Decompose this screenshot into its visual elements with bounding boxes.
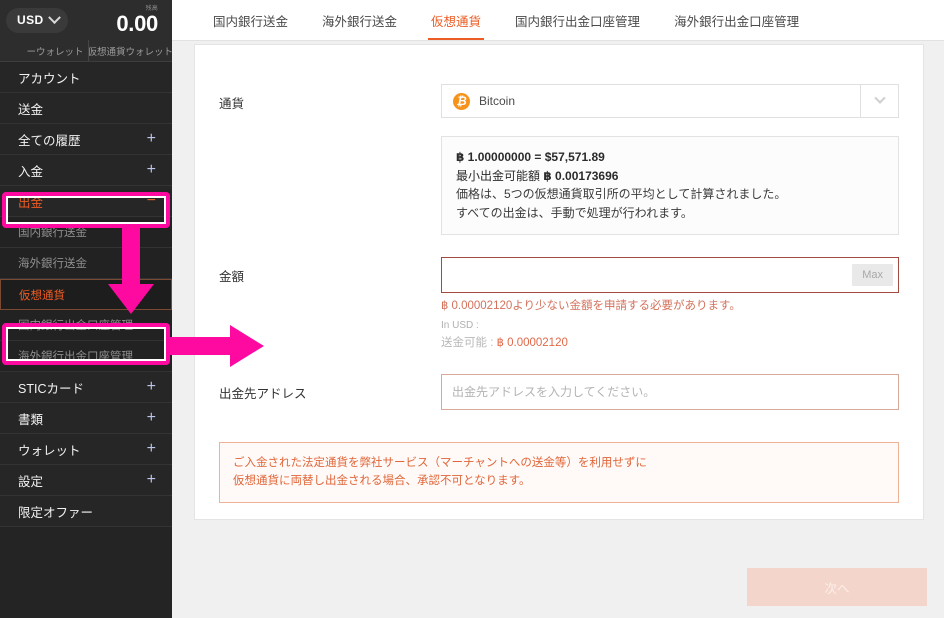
sidebar-item-account[interactable]: アカウント [0, 62, 172, 93]
wallet-tab-crypto[interactable]: 仮想通貨ウォレット [87, 40, 172, 61]
sidebar-item-settings[interactable]: 設定 + [0, 465, 172, 496]
tab-overseas-account-mgmt[interactable]: 海外銀行出金口座管理 [657, 0, 816, 40]
next-button[interactable]: 次へ [747, 568, 927, 606]
sidebar-item-wallet[interactable]: ウォレット + [0, 434, 172, 465]
amount-available-row: 送金可能 : ฿ 0.00002120 [441, 334, 899, 350]
address-label: 出金先アドレス [219, 386, 307, 401]
withdraw-form-card: 通貨 ₿ Bitcoin ฿ 1.00000000 = $57,571.89 最… [194, 44, 924, 520]
sidebar-item-documents[interactable]: 書類 + [0, 403, 172, 434]
currency-row: 通貨 ₿ Bitcoin [195, 84, 923, 118]
rate-info-row: ฿ 1.00000000 = $57,571.89 最小出金可能額 ฿ 0.00… [195, 136, 923, 236]
currency-field: ₿ Bitcoin [441, 84, 899, 118]
amount-field: Max ฿ 0.00002120より少ない金額を申請する必要があります。 In … [441, 257, 899, 349]
min-withdraw-line: 最小出金可能額 ฿ 0.00173696 [456, 167, 884, 186]
sidebar-item-deposit[interactable]: 入金 + [0, 155, 172, 186]
sidebar-item-label: STICカード [18, 381, 84, 396]
sidebar-item-label: 海外銀行出金口座管理 [18, 351, 133, 363]
sidebar-item-label: 全ての履歴 [18, 133, 81, 148]
amount-label: 金額 [219, 270, 245, 285]
warning-box: ご入金された法定通貨を弊社サービス（マーチャントへの送金等）を利用せずに 仮想通… [219, 441, 899, 504]
rate-note-line-1: 価格は、5つの仮想通貨取引所の平均として計算されました。 [456, 187, 787, 202]
tab-overseas-bank-transfer[interactable]: 海外銀行送金 [305, 0, 414, 40]
minus-icon[interactable]: − [147, 193, 156, 209]
sidebar-item-label: 設定 [18, 474, 44, 489]
bitcoin-icon: ₿ [453, 92, 470, 110]
rate-info-field: ฿ 1.00000000 = $57,571.89 最小出金可能額 ฿ 0.00… [441, 136, 899, 236]
sidebar-item-withdraw[interactable]: 出金 − [0, 186, 172, 217]
balance-display: 残高 0.00 [116, 6, 162, 35]
amount-error-message: ฿ 0.00002120より少ない金額を申請する必要があります。 [441, 300, 741, 313]
sidebar-nav: アカウント 送金 全ての履歴 + 入金 + 出金 − 国内銀行送金 海外銀行送金 [0, 62, 172, 527]
sidebar-item-all-history[interactable]: 全ての履歴 + [0, 124, 172, 155]
currency-selector-label: USD [17, 13, 44, 27]
currency-selector[interactable]: USD [6, 7, 68, 33]
sidebar-item-label: 書類 [18, 412, 44, 427]
chevron-down-icon [47, 10, 61, 24]
sidebar-item-label: 限定オファー [18, 505, 94, 520]
plus-icon[interactable]: + [147, 131, 156, 147]
amount-available-label: 送金可能 : [441, 336, 494, 349]
main-content: 国内銀行送金 海外銀行送金 仮想通貨 国内銀行出金口座管理 海外銀行出金口座管理… [172, 0, 944, 618]
amount-input[interactable] [441, 257, 899, 294]
sidebar-item-label: 入金 [18, 164, 44, 179]
currency-selected-label: Bitcoin [479, 94, 516, 108]
balance-amount: 0.00 [116, 10, 158, 36]
sidebar-item-label: 仮想通貨 [19, 289, 65, 302]
wallet-tabs: ーウォレット 仮想通貨ウォレット [0, 40, 172, 62]
sidebar-item-label: ウォレット [18, 443, 81, 458]
sidebar-item-label: 送金 [18, 102, 44, 117]
sidebar: USD 残高 0.00 ーウォレット 仮想通貨ウォレット アカウント 送金 全て… [0, 0, 172, 618]
rate-info-box: ฿ 1.00000000 = $57,571.89 最小出金可能額 ฿ 0.00… [441, 136, 899, 236]
plus-icon[interactable]: + [147, 162, 156, 178]
sidebar-item-exclusive-offer[interactable]: 限定オファー [0, 496, 172, 527]
rate-info-spacer [219, 136, 441, 145]
min-withdraw-value: ฿ 0.00173696 [543, 168, 619, 183]
sidebar-item-label: 国内銀行送金 [18, 227, 87, 239]
plus-icon[interactable]: + [147, 441, 156, 457]
plus-icon[interactable]: + [147, 410, 156, 426]
sidebar-item-overseas-account-mgmt[interactable]: 海外銀行出金口座管理 [0, 341, 172, 372]
wallet-tab-money[interactable]: ーウォレット [0, 40, 88, 61]
sidebar-item-stic-card[interactable]: STICカード + [0, 372, 172, 403]
warning-line-1: ご入金された法定通貨を弊社サービス（マーチャントへの送金等）を利用せずに [233, 456, 647, 469]
warning-line-2: 仮想通貨に両替し出金される場合、承認不可となります。 [233, 475, 531, 488]
rate-line: ฿ 1.00000000 = $57,571.89 [456, 150, 605, 164]
amount-in-usd-label: In USD : [441, 319, 479, 331]
currency-select[interactable]: ₿ Bitcoin [441, 84, 899, 118]
sidebar-item-label: アカウント [18, 71, 81, 86]
sidebar-item-domestic-account-mgmt[interactable]: 国内銀行出金口座管理 [0, 310, 172, 341]
sidebar-item-label: 国内銀行出金口座管理 [18, 320, 133, 332]
app-root: USD 残高 0.00 ーウォレット 仮想通貨ウォレット アカウント 送金 全て… [0, 0, 944, 618]
amount-available-value: ฿ 0.00002120 [496, 336, 568, 349]
currency-select-toggle[interactable] [861, 84, 899, 118]
amount-input-wrap: Max [441, 257, 899, 294]
sidebar-header: USD 残高 0.00 [0, 0, 172, 40]
currency-select-display[interactable]: ₿ Bitcoin [441, 84, 861, 118]
tab-bar: 国内銀行送金 海外銀行送金 仮想通貨 国内銀行出金口座管理 海外銀行出金口座管理 [172, 0, 944, 41]
plus-icon[interactable]: + [147, 472, 156, 488]
tab-domestic-account-mgmt[interactable]: 国内銀行出金口座管理 [498, 0, 657, 40]
sidebar-item-crypto[interactable]: 仮想通貨 [0, 279, 172, 310]
tab-crypto[interactable]: 仮想通貨 [414, 0, 498, 40]
sidebar-item-label: 出金 [18, 195, 44, 210]
amount-row: 金額 Max ฿ 0.00002120より少ない金額を申請する必要があります。 … [195, 257, 923, 349]
rate-note-line-2: すべての出金は、手動で処理が行われます。 [456, 205, 693, 220]
sidebar-item-overseas-bank-transfer[interactable]: 海外銀行送金 [0, 248, 172, 279]
address-row: 出金先アドレス [195, 373, 923, 410]
sidebar-item-domestic-bank-transfer[interactable]: 国内銀行送金 [0, 217, 172, 248]
tab-domestic-bank-transfer[interactable]: 国内銀行送金 [196, 0, 305, 40]
address-field [441, 373, 899, 410]
address-input[interactable] [441, 373, 899, 410]
max-button[interactable]: Max [852, 264, 893, 287]
chevron-down-icon [873, 92, 886, 104]
sidebar-item-label: 海外銀行送金 [18, 258, 87, 270]
sidebar-item-transfer[interactable]: 送金 [0, 93, 172, 124]
min-withdraw-label: 最小出金可能額 [456, 168, 541, 183]
currency-label: 通貨 [219, 97, 245, 111]
plus-icon[interactable]: + [147, 379, 156, 395]
